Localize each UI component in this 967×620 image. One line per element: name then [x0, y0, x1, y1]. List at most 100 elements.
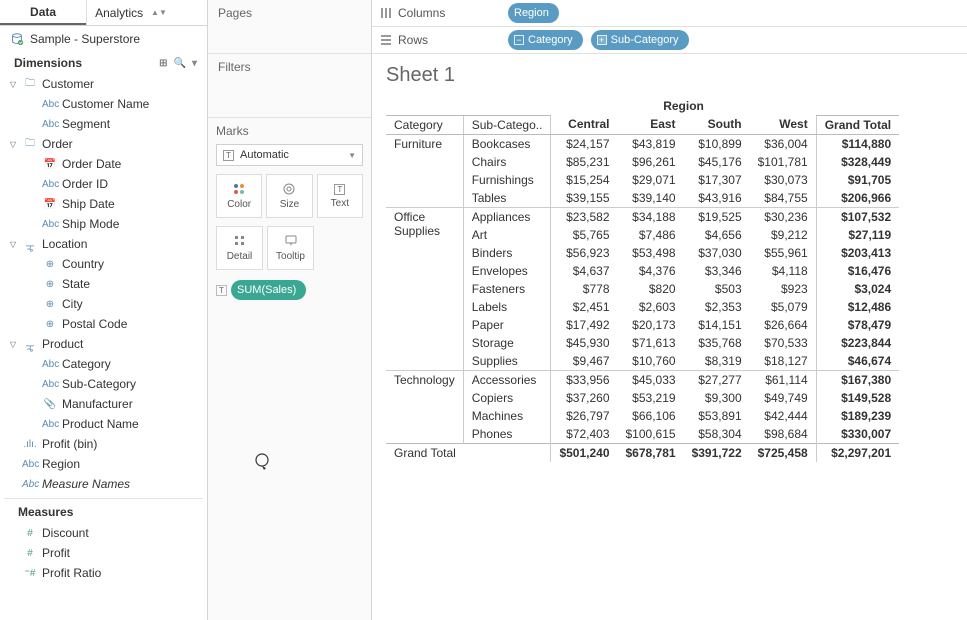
- abc-icon: Abc: [42, 219, 58, 230]
- table-row: Storage$45,930$71,613$35,768$70,533$223,…: [386, 334, 899, 352]
- abc-icon: Abc: [22, 479, 38, 490]
- collapse-icon[interactable]: −: [514, 35, 524, 45]
- abc-icon: Abc: [42, 379, 58, 390]
- columns-shelf[interactable]: Columns Region: [372, 0, 967, 27]
- date-icon: 📅: [42, 159, 58, 170]
- sheet-title[interactable]: Sheet 1: [386, 64, 953, 87]
- field-segment[interactable]: AbcSegment: [4, 114, 203, 134]
- detail-icon: [233, 234, 247, 248]
- table-row: OfficeSuppliesAppliances$23,582$34,188$1…: [386, 207, 899, 226]
- globe-icon: ⊕: [42, 259, 58, 270]
- date-icon: 📅: [42, 199, 58, 210]
- data-pane: Data Analytics ▲▼ Sample - Superstore Di…: [0, 0, 208, 620]
- dimensions-header: Dimensions: [14, 56, 82, 70]
- field-category[interactable]: AbcCategory: [4, 354, 203, 374]
- table-row: Copiers$37,260$53,219$9,300$49,749$149,5…: [386, 389, 899, 407]
- text-mark-icon: T: [223, 150, 234, 161]
- pill-category[interactable]: −Category: [508, 30, 583, 50]
- mark-type-select[interactable]: TAutomatic ▼: [216, 144, 363, 166]
- field-measure-names[interactable]: AbcMeasure Names: [4, 474, 203, 494]
- table-row: Chairs$85,231$96,261$45,176$101,781$328,…: [386, 153, 899, 171]
- marks-card: Marks TAutomatic ▼ Color Size T Text: [208, 118, 371, 620]
- field-manufacturer[interactable]: 📎Manufacturer: [4, 394, 203, 414]
- hierarchy-icon: ᠼ: [22, 235, 38, 253]
- hierarchy-icon: ᠼ: [22, 335, 38, 353]
- table-row: Supplies$9,467$10,760$8,319$18,127$46,67…: [386, 352, 899, 371]
- table-row: Phones$72,403$100,615$58,304$98,684$330,…: [386, 425, 899, 444]
- field-order-id[interactable]: AbcOrder ID: [4, 174, 203, 194]
- marks-size-button[interactable]: Size: [266, 174, 312, 218]
- table-row: Binders$56,923$53,498$37,030$55,961$203,…: [386, 244, 899, 262]
- field-ship-date[interactable]: 📅Ship Date: [4, 194, 203, 214]
- filters-shelf[interactable]: Filters: [208, 54, 371, 118]
- field-profit-bin[interactable]: .ılı.Profit (bin): [4, 434, 203, 454]
- size-icon: [282, 182, 296, 196]
- folder-icon: 🗀: [22, 76, 38, 93]
- pill-region[interactable]: Region: [508, 3, 559, 23]
- dropdown-caret-icon: ▼: [348, 151, 356, 160]
- crosstab: RegionCategorySub-Catego..CentralEastSou…: [386, 97, 899, 462]
- field-state[interactable]: ⊕State: [4, 274, 203, 294]
- field-profit[interactable]: #Profit: [4, 543, 203, 563]
- text-icon: T: [334, 184, 345, 195]
- view-grid-icon[interactable]: ⊞: [159, 58, 167, 69]
- clip-icon: 📎: [42, 399, 58, 410]
- folder-product[interactable]: ▽ᠼProduct: [4, 334, 203, 354]
- measures-header: Measures: [18, 505, 73, 519]
- globe-icon: ⊕: [42, 279, 58, 290]
- field-region[interactable]: AbcRegion: [4, 454, 203, 474]
- marks-color-button[interactable]: Color: [216, 174, 262, 218]
- expand-icon[interactable]: +: [597, 35, 607, 45]
- folder-order[interactable]: ▽🗀Order: [4, 134, 203, 154]
- dimensions-tree: ▽🗀Customer AbcCustomer Name AbcSegment ▽…: [0, 74, 207, 620]
- field-discount[interactable]: #Discount: [4, 523, 203, 543]
- field-country[interactable]: ⊕Country: [4, 254, 203, 274]
- field-postal-code[interactable]: ⊕Postal Code: [4, 314, 203, 334]
- field-customer-name[interactable]: AbcCustomer Name: [4, 94, 203, 114]
- rows-icon: [380, 34, 392, 46]
- pill-sub-category[interactable]: +Sub-Category: [591, 30, 689, 50]
- folder-customer[interactable]: ▽🗀Customer: [4, 74, 203, 94]
- bin-icon: .ılı.: [22, 439, 38, 450]
- globe-icon: ⊕: [42, 299, 58, 310]
- table-row: Tables$39,155$39,140$43,916$84,755$206,9…: [386, 189, 899, 208]
- marks-text-button[interactable]: T Text: [317, 174, 363, 218]
- pill-sum-sales[interactable]: SUM(Sales): [231, 280, 306, 300]
- field-sub-category[interactable]: AbcSub-Category: [4, 374, 203, 394]
- abc-icon: Abc: [42, 359, 58, 370]
- columns-icon: [380, 7, 392, 19]
- folder-location[interactable]: ▽ᠼLocation: [4, 234, 203, 254]
- globe-icon: ⊕: [42, 319, 58, 330]
- cards-pane: Pages Filters Marks TAutomatic ▼ Color S…: [208, 0, 372, 620]
- datasource-icon: [10, 32, 24, 46]
- abc-icon: Abc: [42, 119, 58, 130]
- tab-analytics[interactable]: Analytics ▲▼: [86, 0, 207, 25]
- marks-detail-button[interactable]: Detail: [216, 226, 263, 270]
- rows-shelf[interactable]: Rows −Category +Sub-Category: [372, 27, 967, 54]
- field-ship-mode[interactable]: AbcShip Mode: [4, 214, 203, 234]
- abc-icon: Abc: [22, 459, 38, 470]
- menu-caret-icon[interactable]: ▾: [192, 58, 197, 69]
- search-icon[interactable]: 🔍: [174, 58, 186, 69]
- table-row: Labels$2,451$2,603$2,353$5,079$12,486: [386, 298, 899, 316]
- number-icon: #: [22, 528, 38, 539]
- table-row: Art$5,765$7,486$4,656$9,212$27,119: [386, 226, 899, 244]
- table-row: TechnologyAccessories$33,956$45,033$27,2…: [386, 370, 899, 389]
- text-mark-icon: T: [216, 285, 227, 296]
- tab-data[interactable]: Data: [0, 0, 86, 25]
- table-row: Envelopes$4,637$4,376$3,346$4,118$16,476: [386, 262, 899, 280]
- field-profit-ratio[interactable]: ⁼#Profit Ratio: [4, 563, 203, 583]
- table-row: Furnishings$15,254$29,071$17,307$30,073$…: [386, 171, 899, 189]
- pages-shelf[interactable]: Pages: [208, 0, 371, 54]
- table-row: FurnitureBookcases$24,157$43,819$10,899$…: [386, 134, 899, 153]
- field-order-date[interactable]: 📅Order Date: [4, 154, 203, 174]
- table-row: Fasteners$778$820$503$923$3,024: [386, 280, 899, 298]
- datasource-row[interactable]: Sample - Superstore: [0, 26, 207, 52]
- field-product-name[interactable]: AbcProduct Name: [4, 414, 203, 434]
- abc-icon: Abc: [42, 99, 58, 110]
- field-city[interactable]: ⊕City: [4, 294, 203, 314]
- abc-icon: Abc: [42, 179, 58, 190]
- folder-icon: 🗀: [22, 136, 38, 153]
- table-row: Machines$26,797$66,106$53,891$42,444$189…: [386, 407, 899, 425]
- marks-tooltip-button[interactable]: Tooltip: [267, 226, 314, 270]
